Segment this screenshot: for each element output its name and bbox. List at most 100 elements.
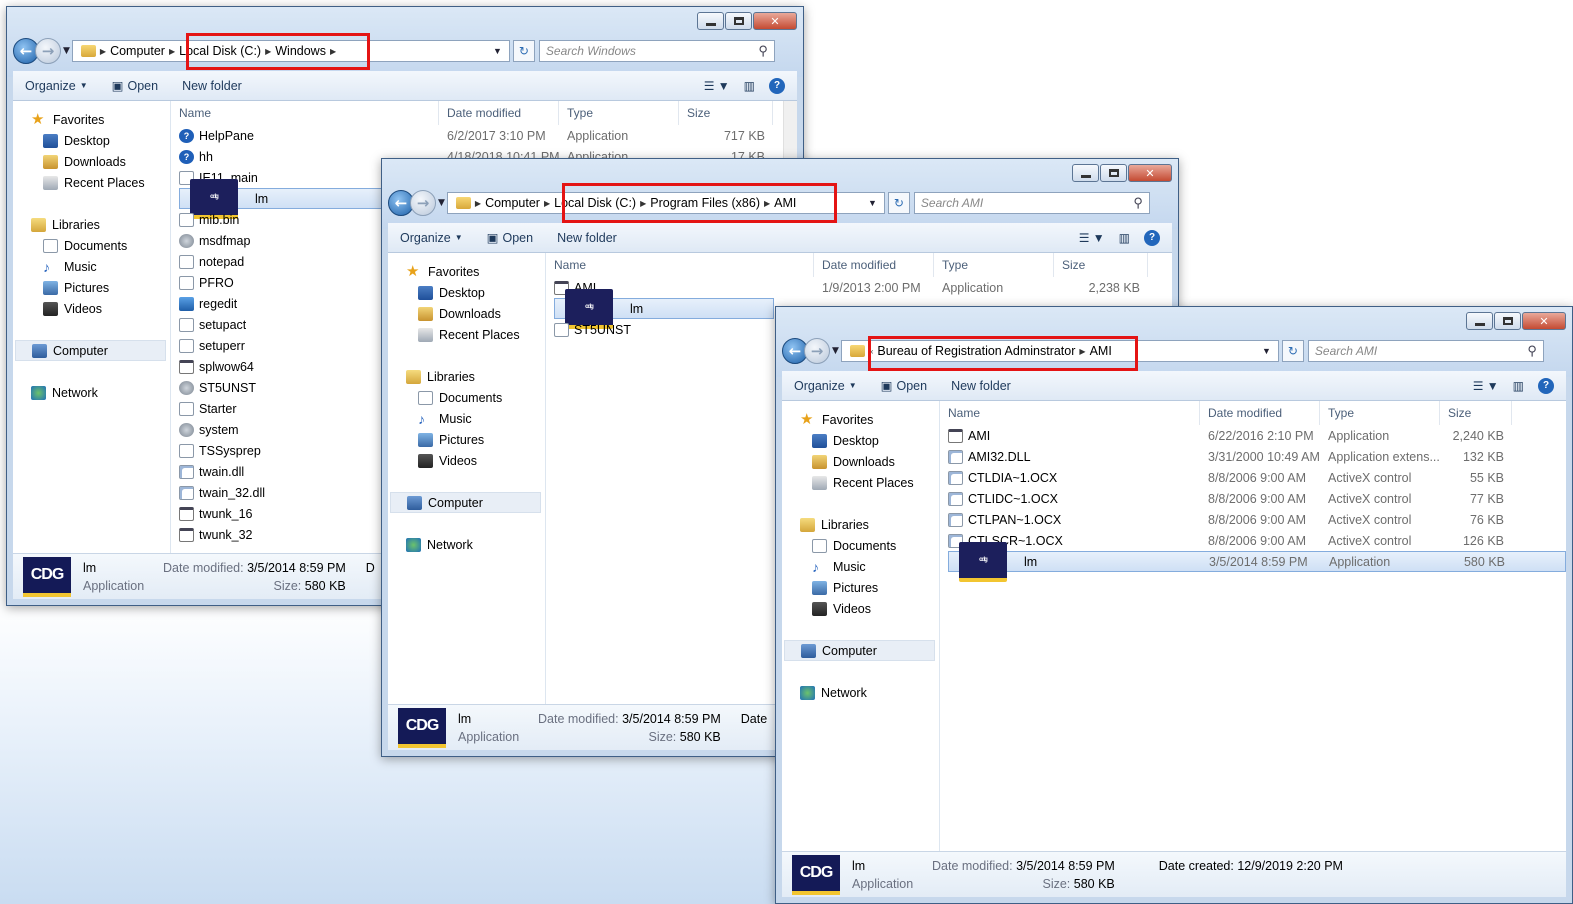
column-size[interactable]: Size bbox=[1440, 401, 1512, 425]
nav-favorites[interactable]: ★ Favorites bbox=[388, 261, 545, 282]
search-input[interactable]: Search AMI ⚲ bbox=[913, 192, 1150, 214]
address-dropdown[interactable]: ▼ bbox=[865, 198, 880, 208]
nav-music[interactable]: ♪ Music bbox=[388, 408, 545, 429]
address-dropdown[interactable]: ▼ bbox=[490, 46, 505, 56]
address-bar[interactable]: ▶ Computer ▶ Local Disk (C:) ▶ Windows ▶… bbox=[71, 40, 510, 62]
nav-pictures[interactable]: Pictures bbox=[13, 277, 170, 298]
file-row[interactable]: cdg lm bbox=[554, 288, 774, 329]
maximize-button[interactable] bbox=[725, 12, 752, 30]
breadcrumb-local-disk[interactable]: Local Disk (C:) bbox=[175, 44, 265, 58]
column-date[interactable]: Date modified bbox=[439, 101, 559, 125]
close-button[interactable]: ✕ bbox=[1522, 312, 1566, 330]
file-row[interactable]: AMI 1/9/2013 2:00 PM Application 2,238 KB bbox=[554, 277, 1172, 298]
nav-videos[interactable]: Videos bbox=[13, 298, 170, 319]
recent-pages-dropdown[interactable]: ▼ bbox=[438, 198, 445, 208]
nav-documents[interactable]: Documents bbox=[13, 235, 170, 256]
nav-recent-places[interactable]: Recent Places bbox=[388, 324, 545, 345]
refresh-button[interactable]: ↻ bbox=[512, 40, 535, 62]
breadcrumb-computer[interactable]: Computer bbox=[481, 196, 544, 210]
nav-downloads[interactable]: Downloads bbox=[13, 151, 170, 172]
maximize-button[interactable] bbox=[1494, 312, 1521, 330]
breadcrumb-ami[interactable]: AMI bbox=[1086, 344, 1116, 358]
nav-recent-places[interactable]: Recent Places bbox=[782, 472, 939, 493]
file-row[interactable]: ? HelpPane 6/2/2017 3:10 PM Application 717 … bbox=[179, 125, 797, 146]
nav-favorites[interactable]: ★ Favorites bbox=[13, 109, 170, 130]
breadcrumb-separator[interactable]: ▶ bbox=[330, 47, 336, 56]
nav-desktop[interactable]: Desktop bbox=[388, 282, 545, 303]
close-button[interactable]: ✕ bbox=[753, 12, 797, 30]
breadcrumb-computer[interactable]: Computer bbox=[106, 44, 169, 58]
nav-music[interactable]: ♪ Music bbox=[782, 556, 939, 577]
nav-computer[interactable]: Computer bbox=[784, 640, 935, 661]
minimize-button[interactable] bbox=[1466, 312, 1493, 330]
forward-button[interactable]: → bbox=[804, 338, 830, 364]
column-date[interactable]: Date modified bbox=[1200, 401, 1320, 425]
nav-network[interactable]: Network bbox=[13, 382, 170, 403]
minimize-button[interactable] bbox=[697, 12, 724, 30]
nav-libraries[interactable]: Libraries bbox=[782, 514, 939, 535]
organize-button[interactable]: Organize ▼ bbox=[13, 79, 100, 93]
column-size[interactable]: Size bbox=[679, 101, 773, 125]
breadcrumb-ami[interactable]: AMI bbox=[770, 196, 800, 210]
nav-computer[interactable]: Computer bbox=[390, 492, 541, 513]
file-row[interactable]: cdg lm 3/5/2014 8:59 PM Application 580 KB bbox=[948, 541, 1566, 582]
file-row[interactable]: CTLIDC~1.OCX 8/8/2006 9:00 AM ActiveX cont… bbox=[948, 488, 1566, 509]
organize-button[interactable]: Organize ▼ bbox=[782, 379, 869, 393]
help-icon[interactable]: ? bbox=[769, 77, 785, 94]
view-options-button[interactable]: ☰ ▼ bbox=[704, 79, 730, 93]
nav-pictures[interactable]: Pictures bbox=[782, 577, 939, 598]
close-button[interactable]: ✕ bbox=[1128, 164, 1172, 182]
preview-pane-button[interactable]: ▥ bbox=[744, 79, 755, 93]
maximize-button[interactable] bbox=[1100, 164, 1127, 182]
view-options-button[interactable]: ☰ ▼ bbox=[1079, 231, 1105, 245]
search-icon[interactable]: ⚲ bbox=[758, 43, 768, 59]
search-input[interactable]: Search AMI ⚲ bbox=[1307, 340, 1544, 362]
preview-pane-button[interactable]: ▥ bbox=[1119, 231, 1130, 245]
address-bar[interactable]: « Bureau of Registration Adminstrator ▶ … bbox=[840, 340, 1279, 362]
nav-recent-places[interactable]: Recent Places bbox=[13, 172, 170, 193]
column-name[interactable]: Name bbox=[171, 101, 439, 125]
file-row[interactable]: AMI 6/22/2016 2:10 PM Application 2,240 KB bbox=[948, 425, 1566, 446]
nav-videos[interactable]: Videos bbox=[388, 450, 545, 471]
new-folder-button[interactable]: New folder bbox=[545, 231, 629, 245]
open-button[interactable]: ▣ Open bbox=[100, 78, 170, 94]
column-size[interactable]: Size bbox=[1054, 253, 1148, 277]
nav-computer[interactable]: Computer bbox=[15, 340, 166, 361]
refresh-button[interactable]: ↻ bbox=[1281, 340, 1304, 362]
search-icon[interactable]: ⚲ bbox=[1527, 343, 1537, 359]
search-icon[interactable]: ⚲ bbox=[1133, 195, 1143, 211]
nav-desktop[interactable]: Desktop bbox=[13, 130, 170, 151]
file-row[interactable]: CTLPAN~1.OCX 8/8/2006 9:00 AM ActiveX cont… bbox=[948, 509, 1566, 530]
nav-documents[interactable]: Documents bbox=[782, 535, 939, 556]
column-type[interactable]: Type bbox=[1320, 401, 1440, 425]
recent-pages-dropdown[interactable]: ▼ bbox=[832, 346, 839, 356]
nav-documents[interactable]: Documents bbox=[388, 387, 545, 408]
forward-button[interactable]: → bbox=[410, 190, 436, 216]
address-dropdown[interactable]: ▼ bbox=[1259, 346, 1274, 356]
refresh-button[interactable]: ↻ bbox=[887, 192, 910, 214]
breadcrumb-windows[interactable]: Windows bbox=[271, 44, 330, 58]
minimize-button[interactable] bbox=[1072, 164, 1099, 182]
nav-pictures[interactable]: Pictures bbox=[388, 429, 545, 450]
nav-libraries[interactable]: Libraries bbox=[388, 366, 545, 387]
column-name[interactable]: Name bbox=[940, 401, 1200, 425]
nav-libraries[interactable]: Libraries bbox=[13, 214, 170, 235]
nav-network[interactable]: Network bbox=[388, 534, 545, 555]
breadcrumb-bureau[interactable]: Bureau of Registration Adminstrator bbox=[873, 344, 1079, 358]
column-date[interactable]: Date modified bbox=[814, 253, 934, 277]
breadcrumb-local-disk[interactable]: Local Disk (C:) bbox=[550, 196, 640, 210]
column-name[interactable]: Name bbox=[546, 253, 814, 277]
nav-network[interactable]: Network bbox=[782, 682, 939, 703]
nav-favorites[interactable]: ★ Favorites bbox=[782, 409, 939, 430]
new-folder-button[interactable]: New folder bbox=[170, 79, 254, 93]
breadcrumb-program-files[interactable]: Program Files (x86) bbox=[646, 196, 764, 210]
nav-music[interactable]: ♪ Music bbox=[13, 256, 170, 277]
view-options-button[interactable]: ☰ ▼ bbox=[1473, 379, 1499, 393]
help-icon[interactable]: ? bbox=[1538, 377, 1554, 394]
nav-videos[interactable]: Videos bbox=[782, 598, 939, 619]
new-folder-button[interactable]: New folder bbox=[939, 379, 1023, 393]
recent-pages-dropdown[interactable]: ▼ bbox=[63, 46, 70, 56]
forward-button[interactable]: → bbox=[35, 38, 61, 64]
open-button[interactable]: ▣ Open bbox=[475, 230, 545, 246]
address-bar[interactable]: ▶ Computer ▶ Local Disk (C:) ▶ Program F… bbox=[446, 192, 885, 214]
